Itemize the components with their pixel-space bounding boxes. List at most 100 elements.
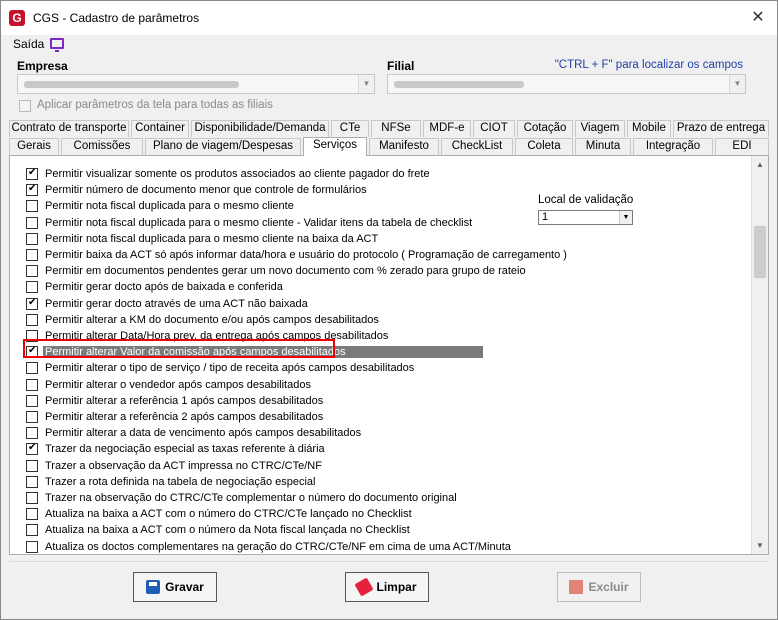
filial-select[interactable]: ▼ bbox=[387, 74, 746, 94]
limpar-button[interactable]: Limpar bbox=[345, 572, 429, 602]
option-label: Permitir nota fiscal duplicada para o me… bbox=[45, 232, 379, 245]
option-label: Atualiza na baixa a ACT com o número do … bbox=[45, 508, 412, 521]
annotation-highlight-box bbox=[23, 339, 335, 358]
filial-redacted-value bbox=[394, 81, 524, 88]
tab-container[interactable]: Container bbox=[131, 120, 189, 137]
scroll-up-icon[interactable]: ▲ bbox=[752, 156, 768, 173]
chevron-down-icon[interactable]: ▼ bbox=[358, 75, 374, 93]
empresa-redacted-value bbox=[24, 81, 239, 88]
action-bar: Gravar Limpar Excluir bbox=[9, 561, 769, 611]
tab-gerais[interactable]: Gerais bbox=[9, 138, 59, 155]
menu-saida[interactable]: Saída bbox=[13, 37, 44, 51]
option-label: Permitir alterar o vendedor após campos … bbox=[45, 378, 311, 391]
option-checkbox[interactable] bbox=[26, 216, 38, 229]
option-checkbox[interactable] bbox=[26, 427, 38, 440]
option-checkbox[interactable] bbox=[26, 313, 38, 326]
limpar-label: Limpar bbox=[376, 580, 417, 594]
option-checkbox[interactable] bbox=[26, 265, 38, 278]
option-label: Atualiza os doctos complementares na ger… bbox=[45, 540, 511, 553]
vertical-scrollbar[interactable]: ▲ ▼ bbox=[751, 156, 768, 554]
tab-ciot[interactable]: CIOT bbox=[473, 120, 515, 137]
option-label: Permitir alterar a data de vencimento ap… bbox=[45, 427, 362, 440]
option-checkbox[interactable] bbox=[26, 394, 38, 407]
option-label: Trazer a rota definida na tabela de nego… bbox=[45, 475, 316, 488]
tab-edi[interactable]: EDI bbox=[715, 138, 769, 155]
tab-mdfe[interactable]: MDF-e bbox=[423, 120, 471, 137]
save-icon bbox=[146, 579, 161, 594]
trash-icon bbox=[569, 579, 584, 594]
option-checkbox[interactable] bbox=[26, 200, 38, 213]
option-checkbox[interactable] bbox=[26, 475, 38, 488]
option-checkbox[interactable] bbox=[26, 524, 38, 537]
option-checkbox[interactable] bbox=[26, 411, 38, 423]
option-checkbox[interactable] bbox=[26, 232, 38, 245]
excluir-label: Excluir bbox=[588, 580, 629, 594]
menu-bar: Saída bbox=[1, 35, 777, 55]
option-label: Permitir alterar a KM do documento e/ou … bbox=[45, 313, 379, 326]
option-label: Trazer na observação do CTRC/CTe complem… bbox=[45, 492, 457, 504]
empresa-select[interactable]: ▼ bbox=[17, 74, 375, 94]
tab-cotacao[interactable]: Cotação bbox=[517, 120, 573, 137]
option-label: Permitir em documentos pendentes gerar u… bbox=[45, 265, 526, 278]
local-validacao-label: Local de validação bbox=[538, 194, 634, 206]
close-button[interactable]: ✕ bbox=[745, 7, 771, 29]
tab-manifesto[interactable]: Manifesto bbox=[369, 138, 439, 155]
tab-integracao[interactable]: Integração bbox=[633, 138, 713, 155]
filial-label: Filial bbox=[387, 59, 415, 73]
option-label: Permitir alterar a referência 2 após cam… bbox=[45, 411, 324, 423]
scroll-thumb[interactable] bbox=[754, 226, 766, 278]
option-checkbox[interactable] bbox=[26, 297, 38, 310]
eraser-icon bbox=[354, 577, 375, 597]
apply-all-label: Aplicar parâmetros da tela para todas as… bbox=[37, 99, 273, 111]
tab-prazo-entrega[interactable]: Prazo de entrega bbox=[673, 120, 769, 137]
tab-servicos[interactable]: Serviços bbox=[303, 137, 367, 156]
apply-all-checkbox[interactable] bbox=[19, 100, 31, 112]
option-checkbox[interactable] bbox=[26, 540, 38, 553]
local-validacao-value: 1 bbox=[542, 211, 549, 223]
option-checkbox[interactable] bbox=[26, 459, 38, 472]
option-label: Permitir visualizar somente os produtos … bbox=[45, 168, 430, 180]
option-checkbox[interactable] bbox=[26, 249, 38, 261]
option-label: Permitir gerar docto através de uma ACT … bbox=[45, 297, 308, 310]
local-validacao-select[interactable]: 1 ▼ bbox=[538, 210, 633, 225]
option-label: Permitir alterar o tipo de serviço / tip… bbox=[45, 362, 415, 375]
option-checkbox[interactable] bbox=[26, 167, 38, 180]
tab-viagem[interactable]: Viagem bbox=[575, 120, 625, 137]
tab-coleta[interactable]: Coleta bbox=[515, 138, 573, 155]
option-label: Permitir alterar a referência 1 após cam… bbox=[45, 394, 324, 407]
chevron-down-icon[interactable]: ▼ bbox=[729, 75, 745, 93]
option-label: Permitir nota fiscal duplicada para o me… bbox=[45, 200, 294, 213]
tab-comissoes[interactable]: Comissões bbox=[61, 138, 143, 155]
scroll-down-icon[interactable]: ▼ bbox=[752, 537, 768, 554]
excluir-button[interactable]: Excluir bbox=[557, 572, 641, 602]
option-label: Permitir nota fiscal duplicada para o me… bbox=[45, 216, 473, 229]
tab-contrato-transporte[interactable]: Contrato de transporte bbox=[9, 120, 129, 137]
option-label: Trazer da negociação especial as taxas r… bbox=[45, 443, 325, 456]
servicos-panel: Permitir visualizar somente os produtos … bbox=[9, 155, 769, 555]
search-hint: "CTRL + F" para localizar os campos bbox=[554, 59, 743, 71]
tab-checklist[interactable]: CheckList bbox=[441, 138, 513, 155]
option-checkbox[interactable] bbox=[26, 442, 38, 456]
tab-disponibilidade[interactable]: Disponibilidade/Demanda bbox=[191, 120, 329, 137]
window-title: CGS - Cadastro de parâmetros bbox=[33, 11, 200, 25]
tab-mobile[interactable]: Mobile bbox=[627, 120, 671, 137]
chevron-down-icon[interactable]: ▼ bbox=[619, 211, 632, 224]
option-label: Permitir gerar docto após de baixada e c… bbox=[45, 281, 283, 294]
tab-nfse[interactable]: NFSe bbox=[371, 120, 421, 137]
monitor-icon[interactable] bbox=[50, 38, 64, 52]
option-label: Permitir baixa da ACT só após informar d… bbox=[45, 249, 567, 261]
option-checkbox[interactable] bbox=[26, 378, 38, 391]
title-bar: G CGS - Cadastro de parâmetros ✕ bbox=[1, 1, 777, 35]
option-checkbox[interactable] bbox=[26, 362, 38, 375]
option-checkbox[interactable] bbox=[26, 183, 38, 197]
option-checkbox[interactable] bbox=[26, 281, 38, 294]
gravar-label: Gravar bbox=[165, 580, 204, 594]
tab-plano-viagem[interactable]: Plano de viagem/Despesas bbox=[145, 138, 301, 155]
option-checkbox[interactable] bbox=[26, 492, 38, 504]
gravar-button[interactable]: Gravar bbox=[133, 572, 217, 602]
option-checkbox[interactable] bbox=[26, 508, 38, 521]
tab-minuta[interactable]: Minuta bbox=[575, 138, 631, 155]
tab-cte[interactable]: CTe bbox=[331, 120, 369, 137]
params-window: G CGS - Cadastro de parâmetros ✕ Saída E… bbox=[0, 0, 778, 620]
app-logo-icon: G bbox=[9, 10, 25, 26]
